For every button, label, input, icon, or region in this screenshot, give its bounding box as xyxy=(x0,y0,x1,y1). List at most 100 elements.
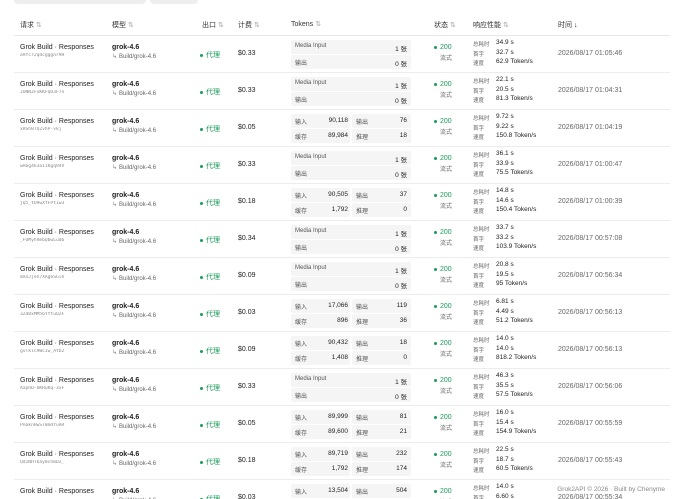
timestamp: 2026/08/17 01:04:31 xyxy=(558,87,623,94)
egress-label: 代理 xyxy=(206,237,220,244)
route-label: Build/grok-4.6 xyxy=(119,313,157,319)
col-time[interactable]: 时间 ↓ xyxy=(558,20,578,30)
perf-value: 4.49 s xyxy=(496,307,514,315)
token-value: 119 xyxy=(396,302,407,309)
route-label: Build/grok-4.6 xyxy=(119,350,157,356)
perf-line: 首字 18.7 s xyxy=(473,456,553,466)
perf-label: 总耗时 xyxy=(473,412,490,418)
status-code-value: 200 xyxy=(440,451,452,458)
egress-label: 代理 xyxy=(206,200,220,207)
request-id[interactable]: wA6g4k3a1IKgq94V xyxy=(20,164,112,169)
request-id[interactable]: AaphD-OKRuKq-3xF xyxy=(20,386,112,391)
status-code: 200 xyxy=(434,118,464,125)
egress-badge: 代理 xyxy=(200,50,220,60)
token-value: 89,719 xyxy=(328,450,348,457)
perf-value: 14.8 s xyxy=(496,187,514,194)
sort-icon[interactable]: ⇅ xyxy=(128,22,134,29)
search-field[interactable] xyxy=(14,0,146,4)
perf-line: 速度 81.3 Token/s xyxy=(473,95,553,105)
tokens-cell: 输入 89,719 输出 232 缓存 1,792 推理 174 xyxy=(291,447,411,477)
sort-desc-icon[interactable]: ↓ xyxy=(574,22,578,29)
status-dot-icon xyxy=(200,460,203,464)
token-line: 输出 0 张 xyxy=(291,166,411,180)
sort-icon[interactable]: ⇅ xyxy=(254,22,260,29)
sort-icon[interactable]: ⇅ xyxy=(36,22,42,29)
sort-icon[interactable]: ⇅ xyxy=(503,22,509,29)
perf-label: 总耗时 xyxy=(473,486,490,492)
col-request[interactable]: 请求 ⇅ xyxy=(20,20,42,30)
request-id[interactable]: JONNZFxKKFQU3F7n xyxy=(20,90,112,95)
table-row[interactable]: Grok Build · Responses _FUMyhVm6QbwLud6 gr… xyxy=(14,221,670,258)
token-label: Media Input xyxy=(295,154,327,160)
request-id[interactable]: 3Zd8xMM56YYtuQZF xyxy=(20,312,112,317)
request-id[interactable]: mXXJjeX7XAg6SGih xyxy=(20,275,112,280)
perf-label: 速度 xyxy=(473,468,485,474)
perf-label: 首字 xyxy=(473,51,485,58)
model-route: ↳Build/grok-4.6 xyxy=(112,460,198,467)
request-id[interactable]: xRSh0TQ2vhP-vkj xyxy=(20,127,112,132)
table-row[interactable]: Grok Build · Responses 3Zd8xMM56YYtuQZF gr… xyxy=(14,295,670,332)
table-row[interactable]: Grok Build · Responses Qd1NHTkay0chmDZ_ gr… xyxy=(14,443,670,480)
perf-line: 速度 150.4 Token/s xyxy=(473,206,553,216)
perf-value: 9.72 s xyxy=(496,113,514,120)
perf-line: 首字 32.7 s xyxy=(473,49,553,59)
token-label: 输入 xyxy=(295,120,308,126)
model-cell: grok-4.6 ↳Build/grok-4.6 xyxy=(112,155,198,171)
status-code-value: 200 xyxy=(440,229,452,236)
perf-value: 22.1 s xyxy=(496,76,514,83)
perf-label: 速度 xyxy=(473,431,485,437)
request-id[interactable]: Qd1NHTkay0chmDZ_ xyxy=(20,460,112,465)
sort-icon[interactable]: ⇅ xyxy=(450,22,456,29)
perf-label: 速度 xyxy=(473,357,485,363)
sort-icon[interactable]: ⇅ xyxy=(218,22,224,29)
col-perf[interactable]: 响应性能 ⇅ xyxy=(473,20,509,30)
sort-icon[interactable]: ⇅ xyxy=(315,21,321,28)
request-name: Grok Build · Responses xyxy=(20,229,94,236)
route-label: Build/grok-4.6 xyxy=(119,165,157,171)
col-out[interactable]: 出口 ⇅ xyxy=(202,20,224,30)
status-dot-icon xyxy=(200,312,203,316)
egress-badge: 代理 xyxy=(200,198,220,208)
perf-label: 首字 xyxy=(473,458,485,465)
token-label: 输出 xyxy=(295,61,308,67)
table-row[interactable]: Grok Build · Responses AaphD-OKRuKq-3xF gr… xyxy=(14,369,670,406)
egress-label: 代理 xyxy=(206,348,220,355)
table-row[interactable]: Grok Build · Responses xRSh0TQ2vhP-vkj gro… xyxy=(14,110,670,147)
perf-value: 16.0 s xyxy=(496,409,514,416)
request-id[interactable]: gvTkic9WcIw_Atb2 xyxy=(20,349,112,354)
perf-line: 速度 818.2 Token/s xyxy=(473,354,553,364)
table-row[interactable]: Grok Build · Responses Pn6knHwST8mdYuAR gr… xyxy=(14,406,670,443)
request-id[interactable]: jQ5_tU9wXfFPt1w3 xyxy=(20,201,112,206)
col-cost[interactable]: 计费 ⇅ xyxy=(238,20,260,30)
table-row[interactable]: Grok Build · Responses wA6g4k3a1IKgq94V gr… xyxy=(14,147,670,184)
col-tokens[interactable]: Tokens ⇅ xyxy=(291,20,321,28)
token-label: 输入 xyxy=(295,342,308,348)
request-id[interactable]: a9Ycr2qdcgggnr9H xyxy=(20,53,112,58)
request-id[interactable]: Pn6knHwST8mdYuAR xyxy=(20,423,112,428)
table-row[interactable]: Grok Build · Responses JONNZFxKKFQU3F7n gr… xyxy=(14,73,670,110)
token-grid-line: 输入 13,504 输出 504 xyxy=(291,484,411,498)
token-value: 90,505 xyxy=(328,191,348,198)
col-status[interactable]: 状态 ⇅ xyxy=(434,20,456,30)
perf-value: 57.5 Token/s xyxy=(496,391,533,398)
token-line: Media Input 1 张 xyxy=(291,262,411,276)
token-label: Media Input xyxy=(295,43,327,49)
status-code-value: 200 xyxy=(440,303,452,310)
egress-badge: 代理 xyxy=(200,494,220,499)
col-model[interactable]: 模型 ⇅ xyxy=(112,20,134,30)
status-code: 200 xyxy=(434,192,464,199)
request-id[interactable]: _FUMyhVm6QbwLud6 xyxy=(20,238,112,243)
stream-mode: 流式 xyxy=(440,278,453,284)
tokens-cell: Media Input 1 张输出 0 张 xyxy=(291,40,411,70)
table-row[interactable]: Grok Build · Responses mXXJjeX7XAg6SGih gr… xyxy=(14,258,670,295)
table-row[interactable]: Grok Build · Responses a9Ycr2qdcgggnr9H gr… xyxy=(14,36,670,73)
table-row[interactable]: Grok Build · Responses gvTkic9WcIw_Atb2 gr… xyxy=(14,332,670,369)
filter-button[interactable] xyxy=(150,0,198,4)
table-row[interactable]: Grok Build · Responses jQ5_tU9wXfFPt1w3 gr… xyxy=(14,184,670,221)
tokens-cell: Media Input 1 张输出 0 张 xyxy=(291,262,411,292)
perf-label: 速度 xyxy=(473,172,485,178)
request-cell: Grok Build · Responses jQ5_tU9wXfFPt1w3 xyxy=(20,192,112,206)
token-value: 81 xyxy=(399,413,407,420)
stream-mode: 流式 xyxy=(440,426,453,432)
perf-value: 6.81 s xyxy=(496,298,514,305)
